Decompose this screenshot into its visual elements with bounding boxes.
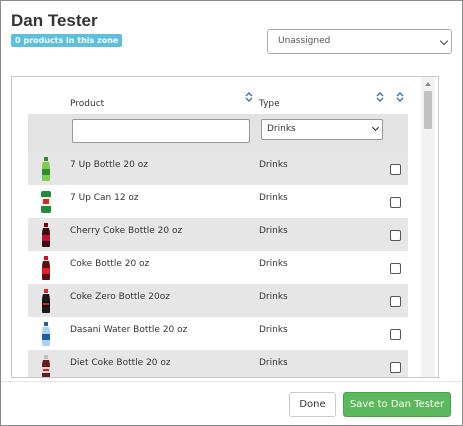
type-filter-value: Drinks — [267, 124, 296, 134]
vertical-scrollbar[interactable] — [421, 77, 435, 377]
sort-type-icon[interactable] — [375, 91, 385, 103]
select-checkbox[interactable] — [390, 362, 401, 373]
table-row[interactable]: 7 Up Bottle 20 oz Drinks — [28, 152, 408, 185]
green-can-icon — [41, 191, 51, 213]
product-type: Drinks — [259, 160, 288, 170]
product-name: 7 Up Can 12 oz — [70, 193, 139, 203]
product-type: Drinks — [259, 325, 288, 335]
products-scroll-area[interactable]: Product Type Drinks 7 Up Bottle 20 oz Dr… — [11, 76, 439, 378]
coke-bottle-icon — [42, 256, 50, 280]
product-name: 7 Up Bottle 20 oz — [70, 160, 148, 170]
products-count-badge: 0 products in this zone — [11, 34, 123, 47]
select-checkbox[interactable] — [390, 230, 401, 241]
select-checkbox[interactable] — [390, 164, 401, 175]
scroll-up-arrow-icon[interactable] — [425, 82, 431, 86]
diet-coke-bottle-icon — [42, 355, 50, 377]
select-checkbox[interactable] — [390, 263, 401, 274]
product-type: Drinks — [259, 226, 288, 236]
table-row[interactable]: Coke Bottle 20 oz Drinks — [28, 251, 408, 284]
select-checkbox[interactable] — [390, 197, 401, 208]
done-button[interactable]: Done — [289, 392, 336, 417]
sort-selected-icon[interactable] — [395, 91, 405, 103]
assign-products-modal: Dan Tester 0 products in this zone Unass… — [0, 0, 463, 426]
column-header-product[interactable]: Product — [70, 99, 104, 109]
scrollbar-thumb[interactable] — [424, 91, 432, 129]
select-checkbox[interactable] — [390, 296, 401, 307]
product-name: Coke Bottle 20 oz — [70, 259, 150, 269]
cherry-coke-bottle-icon — [42, 223, 50, 247]
table-row[interactable]: Diet Coke Bottle 20 oz Drinks — [28, 350, 408, 377]
coke-zero-bottle-icon — [42, 289, 50, 313]
type-filter-select[interactable]: Drinks — [261, 119, 383, 140]
table-row[interactable]: 7 Up Can 12 oz Drinks — [28, 185, 408, 218]
product-type: Drinks — [259, 358, 288, 368]
product-name: Cherry Coke Bottle 20 oz — [70, 226, 183, 236]
product-name: Coke Zero Bottle 20oz — [70, 292, 170, 302]
filter-row: Drinks — [28, 114, 408, 152]
green-bottle-icon — [42, 157, 50, 181]
chevron-down-icon — [439, 36, 449, 46]
sort-product-icon[interactable] — [244, 91, 254, 103]
select-checkbox[interactable] — [390, 329, 401, 340]
product-filter-input[interactable] — [72, 119, 250, 143]
table-row[interactable]: Coke Zero Bottle 20oz Drinks — [28, 284, 408, 317]
product-name: Dasani Water Bottle 20 oz — [70, 325, 188, 335]
product-name: Diet Coke Bottle 20 oz — [70, 358, 171, 368]
table-row[interactable]: Dasani Water Bottle 20 oz Drinks — [28, 317, 408, 350]
chevron-down-icon — [371, 123, 380, 132]
modal-title: Dan Tester — [11, 11, 98, 30]
zone-select[interactable]: Unassigned — [267, 29, 452, 54]
products-table: Product Type Drinks 7 Up Bottle 20 oz Dr… — [28, 77, 408, 377]
footer-divider — [1, 381, 462, 382]
zone-select-value: Unassigned — [278, 36, 331, 46]
product-type: Drinks — [259, 193, 288, 203]
product-type: Drinks — [259, 292, 288, 302]
product-type: Drinks — [259, 259, 288, 269]
dasani-bottle-icon — [42, 322, 50, 346]
save-button[interactable]: Save to Dan Tester — [343, 392, 451, 417]
table-row[interactable]: Cherry Coke Bottle 20 oz Drinks — [28, 218, 408, 251]
column-header-type[interactable]: Type — [259, 99, 280, 109]
